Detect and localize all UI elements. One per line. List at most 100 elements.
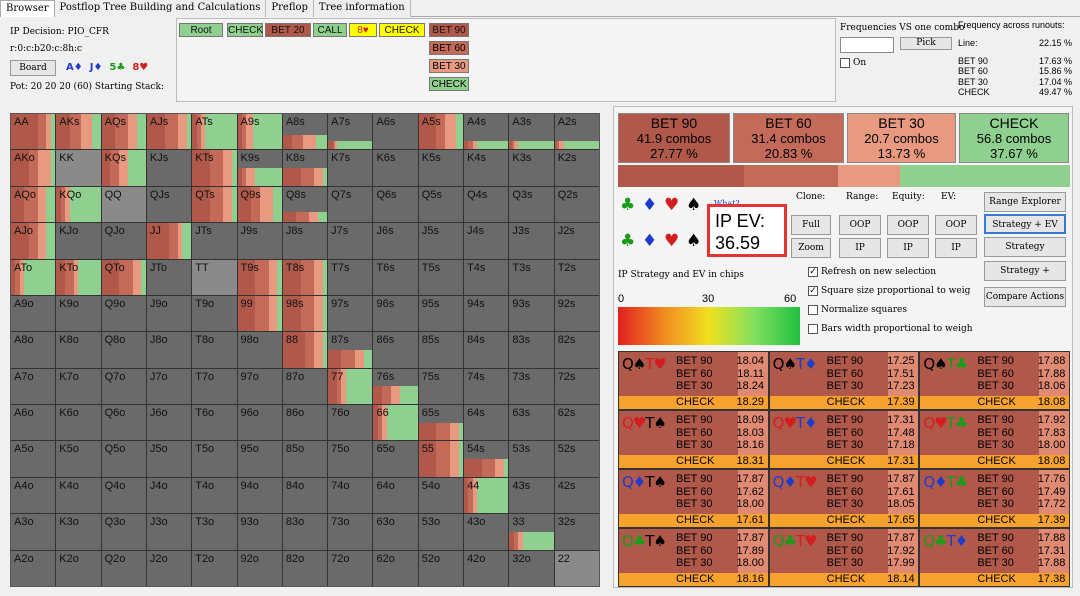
hand-cell-87s[interactable]: 87s bbox=[328, 332, 373, 368]
action-summary-bet-60[interactable]: BET 60 31.4 combos 20.83 % bbox=[733, 113, 844, 163]
ev-oop-button[interactable]: OOP bbox=[935, 215, 977, 235]
hand-cell-T7o[interactable]: T7o bbox=[192, 368, 237, 405]
hand-cell-86s[interactable]: 86s bbox=[373, 332, 418, 368]
heart-icon[interactable]: ♥ bbox=[664, 195, 679, 215]
combo-cell[interactable]: Q♥T♠ BET 90 18.09 BET 60 18.03 BET 30 18.16 CHE… bbox=[619, 411, 768, 468]
hand-cell-K5o[interactable]: K5o bbox=[56, 441, 101, 477]
compare-actions-button[interactable]: Compare Actions bbox=[984, 287, 1066, 307]
hand-cell-95s[interactable]: 95s bbox=[418, 295, 464, 332]
spade-icon[interactable]: ♠ bbox=[686, 195, 701, 215]
hand-cell-95o[interactable]: 95o bbox=[237, 441, 282, 477]
hand-cell-Q7s[interactable]: Q7s bbox=[328, 186, 373, 223]
hand-cell-42o[interactable]: 42o bbox=[464, 550, 509, 586]
hand-cell-J4o[interactable]: J4o bbox=[146, 477, 192, 514]
hand-cell-A4s[interactable]: A4s bbox=[464, 114, 509, 150]
hand-cell-K5s[interactable]: K5s bbox=[418, 150, 464, 186]
hand-cell-T8o[interactable]: T8o bbox=[192, 332, 237, 368]
hand-cell-T4s[interactable]: T4s bbox=[464, 259, 509, 295]
hand-cell-98s[interactable]: 98s bbox=[282, 295, 328, 332]
action-node[interactable]: BET 30 bbox=[429, 59, 469, 73]
hand-cell-43o[interactable]: 43o bbox=[464, 514, 509, 550]
hand-cell-J5s[interactable]: J5s bbox=[418, 223, 464, 259]
club-icon[interactable]: ♣ bbox=[620, 195, 635, 215]
hand-cell-T7s[interactable]: T7s bbox=[328, 259, 373, 295]
hand-cell-A6s[interactable]: A6s bbox=[373, 114, 418, 150]
hand-cell-J7s[interactable]: J7s bbox=[328, 223, 373, 259]
hand-cell-J2o[interactable]: J2o bbox=[146, 550, 192, 586]
hand-cell-94o[interactable]: 94o bbox=[237, 477, 282, 514]
hand-cell-94s[interactable]: 94s bbox=[464, 295, 509, 332]
hand-cell-T5s[interactable]: T5s bbox=[418, 259, 464, 295]
hand-cell-JTs[interactable]: JTs bbox=[192, 223, 237, 259]
hand-cell-T6o[interactable]: T6o bbox=[192, 405, 237, 441]
hand-cell-KK[interactable]: KK bbox=[56, 150, 101, 186]
hand-cell-J4s[interactable]: J4s bbox=[464, 223, 509, 259]
hand-cell-T2s[interactable]: T2s bbox=[554, 259, 599, 295]
strategy-button[interactable]: Strategy bbox=[984, 237, 1066, 257]
combo-cell[interactable]: Q♦T♥ BET 90 17.87 BET 60 17.61 BET 30 18.05 CHE… bbox=[769, 470, 919, 527]
hand-cell-Q8o[interactable]: Q8o bbox=[101, 332, 146, 368]
option-checkbox[interactable]: Bars width proportional to weigh bbox=[808, 324, 973, 334]
hand-cell-KJs[interactable]: KJs bbox=[146, 150, 192, 186]
hand-cell-QJs[interactable]: QJs bbox=[146, 186, 192, 223]
hand-cell-Q8s[interactable]: Q8s bbox=[282, 186, 328, 223]
combo-cell[interactable]: Q♥T♦ BET 90 17.31 BET 60 17.48 BET 30 17.18 CHE… bbox=[769, 411, 919, 468]
diamond-icon-2[interactable]: ♦ bbox=[642, 231, 657, 251]
hand-cell-72s[interactable]: 72s bbox=[554, 368, 599, 405]
hand-cell-76s[interactable]: 76s bbox=[373, 368, 418, 405]
range-oop-button[interactable]: OOP bbox=[839, 215, 881, 235]
spade-icon-2[interactable]: ♠ bbox=[686, 231, 701, 251]
hand-cell-K4o[interactable]: K4o bbox=[56, 477, 101, 514]
hand-cell-J3s[interactable]: J3s bbox=[509, 223, 554, 259]
hand-cell-42s[interactable]: 42s bbox=[554, 477, 599, 514]
combo-cell[interactable]: Q♣T♦ BET 90 17.88 BET 60 17.31 BET 30 17.88 CHE… bbox=[920, 529, 1069, 586]
tab-tree-info[interactable]: Tree information bbox=[313, 0, 411, 17]
hand-cell-AKo[interactable]: AKo bbox=[11, 150, 56, 186]
hand-cell-T8s[interactable]: T8s bbox=[282, 259, 328, 295]
hand-cell-K7s[interactable]: K7s bbox=[328, 150, 373, 186]
heart-icon-2[interactable]: ♥ bbox=[664, 231, 679, 251]
combo-cell[interactable]: Q♠T♥ BET 90 18.04 BET 60 18.11 BET 30 18.24 CHE… bbox=[619, 352, 768, 409]
action-node[interactable]: 8♥ bbox=[349, 23, 377, 37]
hand-cell-63s[interactable]: 63s bbox=[509, 405, 554, 441]
hand-cell-75s[interactable]: 75s bbox=[418, 368, 464, 405]
hand-cell-64s[interactable]: 64s bbox=[464, 405, 509, 441]
hand-cell-QQ[interactable]: QQ bbox=[101, 186, 146, 223]
hand-cell-97o[interactable]: 97o bbox=[237, 368, 282, 405]
hand-cell-72o[interactable]: 72o bbox=[328, 550, 373, 586]
hand-cell-Q9o[interactable]: Q9o bbox=[101, 295, 146, 332]
hand-cell-ATo[interactable]: ATo bbox=[11, 259, 56, 295]
hand-cell-K6s[interactable]: K6s bbox=[373, 150, 418, 186]
hand-cell-J9s[interactable]: J9s bbox=[237, 223, 282, 259]
hand-cell-K2o[interactable]: K2o bbox=[56, 550, 101, 586]
hand-cell-KTs[interactable]: KTs bbox=[192, 150, 237, 186]
hand-cell-A2o[interactable]: A2o bbox=[11, 550, 56, 586]
hand-cell-QTs[interactable]: QTs bbox=[192, 186, 237, 223]
combo-cell[interactable]: Q♣T♥ BET 90 17.87 BET 60 17.92 BET 30 17.99 CHE… bbox=[769, 529, 919, 586]
hand-cell-T6s[interactable]: T6s bbox=[373, 259, 418, 295]
hand-cell-Q5o[interactable]: Q5o bbox=[101, 441, 146, 477]
hand-cell-A9s[interactable]: A9s bbox=[237, 114, 282, 150]
hand-cell-55[interactable]: 55 bbox=[418, 441, 464, 477]
tab-postflop[interactable]: Postflop Tree Building and Calculations bbox=[54, 0, 267, 17]
hand-cell-A7o[interactable]: A7o bbox=[11, 368, 56, 405]
option-checkbox[interactable]: Normalize squares bbox=[808, 305, 907, 315]
on-checkbox[interactable]: On bbox=[840, 58, 960, 68]
hand-cell-K8o[interactable]: K8o bbox=[56, 332, 101, 368]
hand-cell-Q9s[interactable]: Q9s bbox=[237, 186, 282, 223]
hand-cell-K9o[interactable]: K9o bbox=[56, 295, 101, 332]
board-button[interactable]: Board bbox=[10, 60, 56, 76]
combo-cell[interactable]: Q♦T♠ BET 90 17.87 BET 60 17.62 BET 30 18.00 CHE… bbox=[619, 470, 768, 527]
hand-cell-Q3o[interactable]: Q3o bbox=[101, 514, 146, 550]
hand-cell-32s[interactable]: 32s bbox=[554, 514, 599, 550]
tab-browser[interactable]: Browser bbox=[0, 0, 55, 17]
hand-cell-62s[interactable]: 62s bbox=[554, 405, 599, 441]
hand-cell-K2s[interactable]: K2s bbox=[554, 150, 599, 186]
hand-cell-84o[interactable]: 84o bbox=[282, 477, 328, 514]
action-summary-bet-90[interactable]: BET 90 41.9 combos 27.77 % bbox=[618, 113, 730, 163]
combo-input[interactable] bbox=[840, 37, 894, 53]
hand-cell-J8o[interactable]: J8o bbox=[146, 332, 192, 368]
action-summary-bet-30[interactable]: BET 30 20.7 combos 13.73 % bbox=[847, 113, 956, 163]
hand-cell-96o[interactable]: 96o bbox=[237, 405, 282, 441]
hand-cell-87o[interactable]: 87o bbox=[282, 368, 328, 405]
